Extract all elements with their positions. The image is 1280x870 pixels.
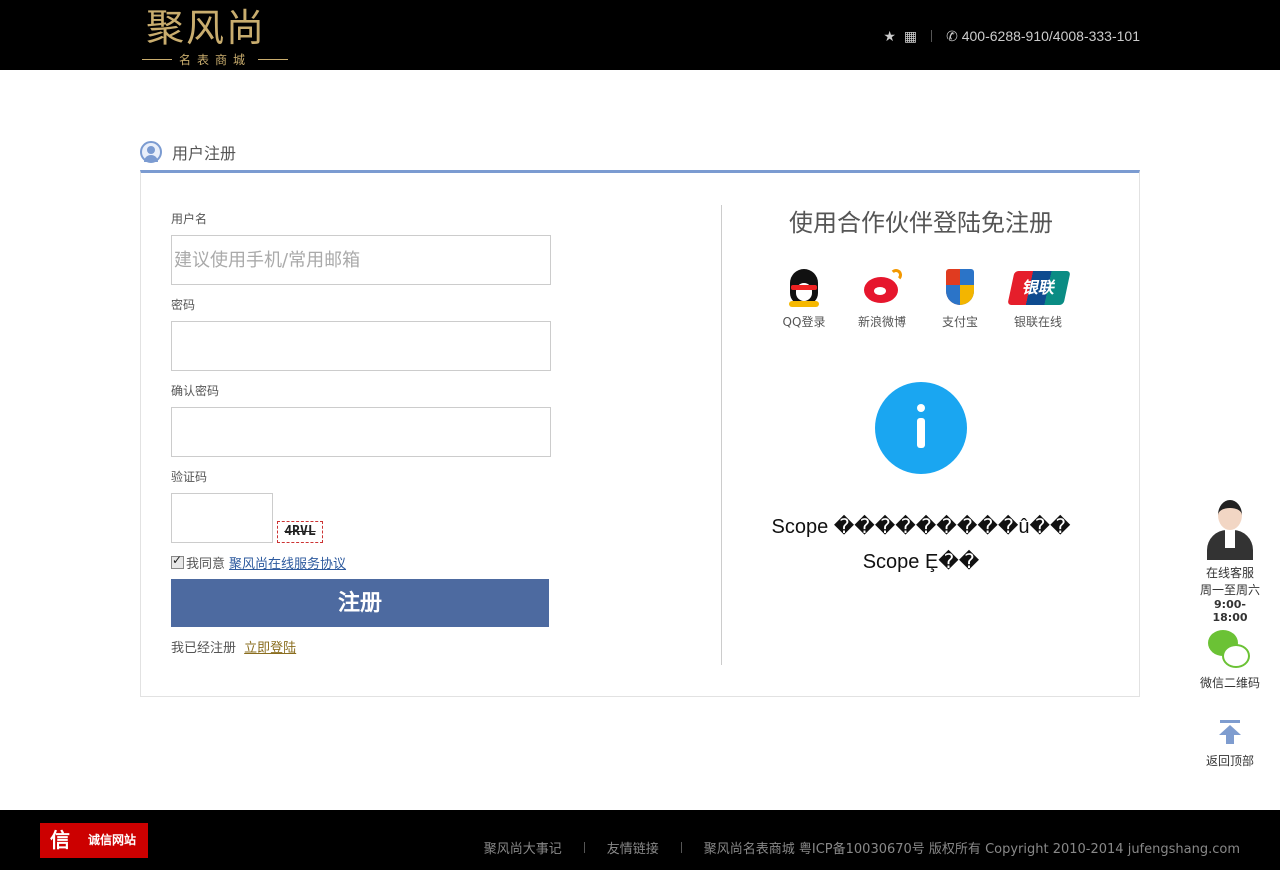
password-input[interactable] [171,321,551,371]
partner-title: 使用合作伙伴登陆免注册 [789,209,1053,237]
arrow-up-icon [1215,718,1245,748]
username-input[interactable] [171,235,551,285]
register-panel: 用户名 密码 确认密码 验证码 4RVL 我同意 聚风尚在线服务协议 注册 我已… [140,170,1140,697]
partner-login: 使用合作伙伴登陆免注册 QQ登录 新浪微博 支付宝 银联 银联在线 Scope … [741,205,1101,574]
footer-separator [583,842,585,853]
partner-list: QQ登录 新浪微博 支付宝 银联 银联在线 [741,267,1101,330]
section-title: 用户注册 [140,140,236,164]
register-form: 用户名 密码 确认密码 验证码 4RVL 我同意 聚风尚在线服务协议 注册 我已… [171,209,561,656]
customer-service-avatar [1203,500,1257,560]
agree-text: 我同意 [186,556,226,572]
partner-label: 支付宝 [941,315,978,329]
wechat-icon [1208,630,1252,670]
site-logo[interactable]: 聚风尚 名表商城 [140,4,290,67]
captcha-label: 验证码 [171,470,208,484]
qrcode-icon[interactable]: ▦ [904,28,917,45]
confirm-password-label: 确认密码 [171,384,220,398]
trust-website-badge[interactable]: 信 诚信网站 [40,823,148,858]
info-icon [875,382,967,474]
password-label: 密码 [171,298,196,312]
username-label: 用户名 [171,212,208,226]
confirm-password-input[interactable] [171,407,551,457]
partner-label: 新浪微博 [857,315,906,329]
header-right: ★ ▦ ✆ 400-6288-910/4008-333-101 [883,26,1140,46]
footer-links: 聚风尚大事记 友情链接 聚风尚名表商城 粤ICP备10030670号 版权所有 … [484,838,1240,857]
login-link[interactable]: 立即登陆 [244,641,296,656]
register-button[interactable]: 注册 [171,579,549,627]
back-to-top-label: 返回顶部 [1205,754,1254,768]
alipay-shield-icon [940,267,980,307]
footer-copyright: 聚风尚名表商城 粤ICP备10030670号 版权所有 Copyright 20… [703,842,1240,857]
agree-checkbox[interactable] [171,553,184,569]
trust-badge-text: 诚信网站 [78,825,146,856]
scope-error-line2: Scope Ȩ�� [862,551,980,573]
trust-badge-icon: 信 [42,825,78,856]
scope-error-line1: Scope ���������û�� [771,516,1071,538]
unionpay-icon: 银联 [1007,267,1071,307]
captcha-input[interactable] [171,493,273,543]
online-service[interactable]: 在线客服 周一至周六 9:00-18:00 [1198,500,1262,624]
login-row: 我已经注册 立即登陆 [171,637,561,656]
footer-link-milestones[interactable]: 聚风尚大事记 [484,838,562,857]
hotline-text: ✆ 400-6288-910/4008-333-101 [946,27,1140,44]
partner-weibo[interactable]: 新浪微博 [851,267,913,330]
agreement-row: 我同意 聚风尚在线服务协议 [171,553,561,572]
partner-label: QQ登录 [782,315,826,329]
partner-label: 银联在线 [1013,315,1062,329]
service-agreement-link[interactable]: 聚风尚在线服务协议 [229,553,346,572]
service-label: 在线客服 [1205,566,1254,580]
unionpay-badge: 银联 [1007,271,1071,305]
captcha-image[interactable]: 4RVL [277,521,323,543]
section-title-text: 用户注册 [172,144,237,163]
footer: 信 诚信网站 聚风尚大事记 友情链接 聚风尚名表商城 粤ICP备10030670… [0,810,1280,870]
back-to-top[interactable]: 返回顶部 [1198,718,1262,769]
service-days: 周一至周六 [1199,583,1260,597]
divider [931,30,933,42]
logo-title: 聚风尚 [146,6,267,50]
wechat-label: 微信二维码 [1199,676,1260,690]
top-header: 聚风尚 名表商城 ★ ▦ ✆ 400-6288-910/4008-333-101 [0,0,1280,70]
vertical-divider [721,205,722,665]
footer-link-friends[interactable]: 友情链接 [607,838,659,857]
have-account-text: 我已经注册 [171,641,237,656]
partner-unionpay[interactable]: 银联 银联在线 [1007,267,1071,330]
captcha-row: 4RVL [171,493,561,543]
logo-line-right [258,59,288,60]
qq-icon [787,267,821,307]
weibo-icon [862,267,902,307]
footer-separator [680,842,682,853]
partner-qq[interactable]: QQ登录 [773,267,835,330]
user-icon [140,141,162,163]
wechat-qrcode[interactable]: 微信二维码 [1198,630,1262,691]
star-icon[interactable]: ★ [883,28,896,45]
service-time: 9:00-18:00 [1212,598,1248,624]
partner-alipay[interactable]: 支付宝 [929,267,991,330]
